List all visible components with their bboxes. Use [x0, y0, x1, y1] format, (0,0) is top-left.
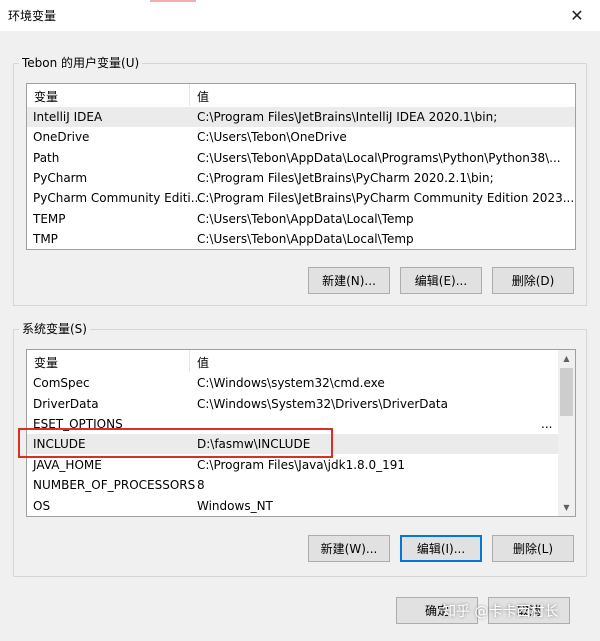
- var-value: C:\Program Files\JetBrains\PyCharm 2020.…: [197, 171, 494, 185]
- table-row[interactable]: PyCharm C:\Program Files\JetBrains\PyCha…: [27, 168, 575, 188]
- table-row[interactable]: OneDrive C:\Users\Tebon\OneDrive: [27, 127, 575, 147]
- system-delete-button[interactable]: 删除(L): [492, 535, 574, 562]
- var-name: PyCharm: [33, 171, 88, 185]
- var-name: Path: [33, 151, 60, 165]
- var-value: C:\Users\Tebon\AppData\Local\Programs\Py…: [197, 151, 561, 165]
- close-icon[interactable]: ✕: [554, 0, 600, 31]
- title-bar: 环境变量 ✕: [0, 0, 600, 31]
- var-value: C:\Program Files\Java\jdk1.8.0_191: [197, 458, 406, 472]
- var-name: TEMP: [33, 212, 66, 226]
- scrollbar-thumb[interactable]: [560, 368, 573, 416]
- table-row[interactable]: JAVA_HOME C:\Program Files\Java\jdk1.8.0…: [27, 455, 558, 475]
- var-value: C:\Users\Tebon\AppData\Local\Temp: [197, 232, 414, 246]
- table-row[interactable]: ComSpec C:\Windows\system32\cmd.exe: [27, 373, 558, 393]
- user-vars-group-label: Tebon 的用户变量(U): [19, 56, 143, 70]
- column-divider: [189, 350, 190, 372]
- var-name: NUMBER_OF_PROCESSORS: [33, 478, 196, 492]
- table-row[interactable]: Path C:\Users\Tebon\AppData\Local\Progra…: [27, 148, 575, 168]
- system-vars-scrollbar[interactable]: ▲ ▼: [558, 350, 575, 516]
- system-vars-list-header: 变量 值: [27, 350, 575, 372]
- var-name: DriverData: [33, 397, 99, 411]
- var-value: C:\Program Files\JetBrains\IntelliJ IDEA…: [197, 110, 498, 124]
- column-header-value[interactable]: 值: [197, 354, 209, 371]
- system-new-button[interactable]: 新建(W)...: [308, 535, 390, 562]
- table-row[interactable]: TEMP C:\Users\Tebon\AppData\Local\Temp: [27, 209, 575, 229]
- window-title: 环境变量: [8, 9, 57, 23]
- var-value: C:\Windows\System32\Drivers\DriverData: [197, 397, 448, 411]
- var-value: C:\Program Files\JetBrains\PyCharm Commu…: [197, 191, 576, 205]
- var-name: PyCharm Community Editi...: [33, 191, 203, 205]
- var-name: JAVA_HOME: [33, 458, 102, 472]
- decorative-mark: [150, 0, 196, 2]
- var-value: C:\Users\Tebon\AppData\Local\Temp: [197, 212, 414, 226]
- user-vars-list[interactable]: 变量 值 IntelliJ IDEA C:\Program Files\JetB…: [26, 83, 576, 250]
- table-row[interactable]: TMP C:\Users\Tebon\AppData\Local\Temp: [27, 229, 575, 249]
- user-vars-list-header: 变量 值: [27, 84, 575, 106]
- var-value: 8: [197, 478, 205, 492]
- column-header-variable[interactable]: 变量: [34, 354, 58, 371]
- var-name: TMP: [33, 232, 58, 246]
- user-delete-button[interactable]: 删除(D): [492, 267, 574, 294]
- column-divider: [189, 84, 190, 106]
- table-row[interactable]: DriverData C:\Windows\System32\Drivers\D…: [27, 394, 558, 414]
- table-row[interactable]: PyCharm Community Editi... C:\Program Fi…: [27, 188, 575, 208]
- table-row[interactable]: OS Windows_NT: [27, 496, 558, 516]
- scroll-up-icon[interactable]: ▲: [558, 350, 575, 367]
- column-header-variable[interactable]: 变量: [34, 88, 58, 105]
- watermark: 知乎 @卡卡西村长: [442, 604, 559, 620]
- var-name: OS: [33, 499, 51, 513]
- var-value: C:\Windows\system32\cmd.exe: [197, 376, 385, 390]
- table-row[interactable]: NUMBER_OF_PROCESSORS 8: [27, 475, 558, 495]
- table-row[interactable]: IntelliJ IDEA C:\Program Files\JetBrains…: [27, 107, 575, 127]
- user-edit-button[interactable]: 编辑(E)...: [400, 267, 482, 294]
- var-name: IntelliJ IDEA: [33, 110, 103, 124]
- var-name: ComSpec: [33, 376, 90, 390]
- system-edit-button[interactable]: 编辑(I)...: [400, 535, 482, 562]
- var-value: Windows_NT: [197, 499, 273, 513]
- system-vars-group-label: 系统变量(S): [19, 322, 90, 336]
- var-name: OneDrive: [33, 130, 90, 144]
- user-new-button[interactable]: 新建(N)...: [308, 267, 390, 294]
- include-highlight-box: [18, 428, 333, 458]
- var-value: ...: [541, 417, 553, 431]
- var-value: C:\Users\Tebon\OneDrive: [197, 130, 347, 144]
- scroll-down-icon[interactable]: ▼: [558, 499, 575, 516]
- column-header-value[interactable]: 值: [197, 88, 209, 105]
